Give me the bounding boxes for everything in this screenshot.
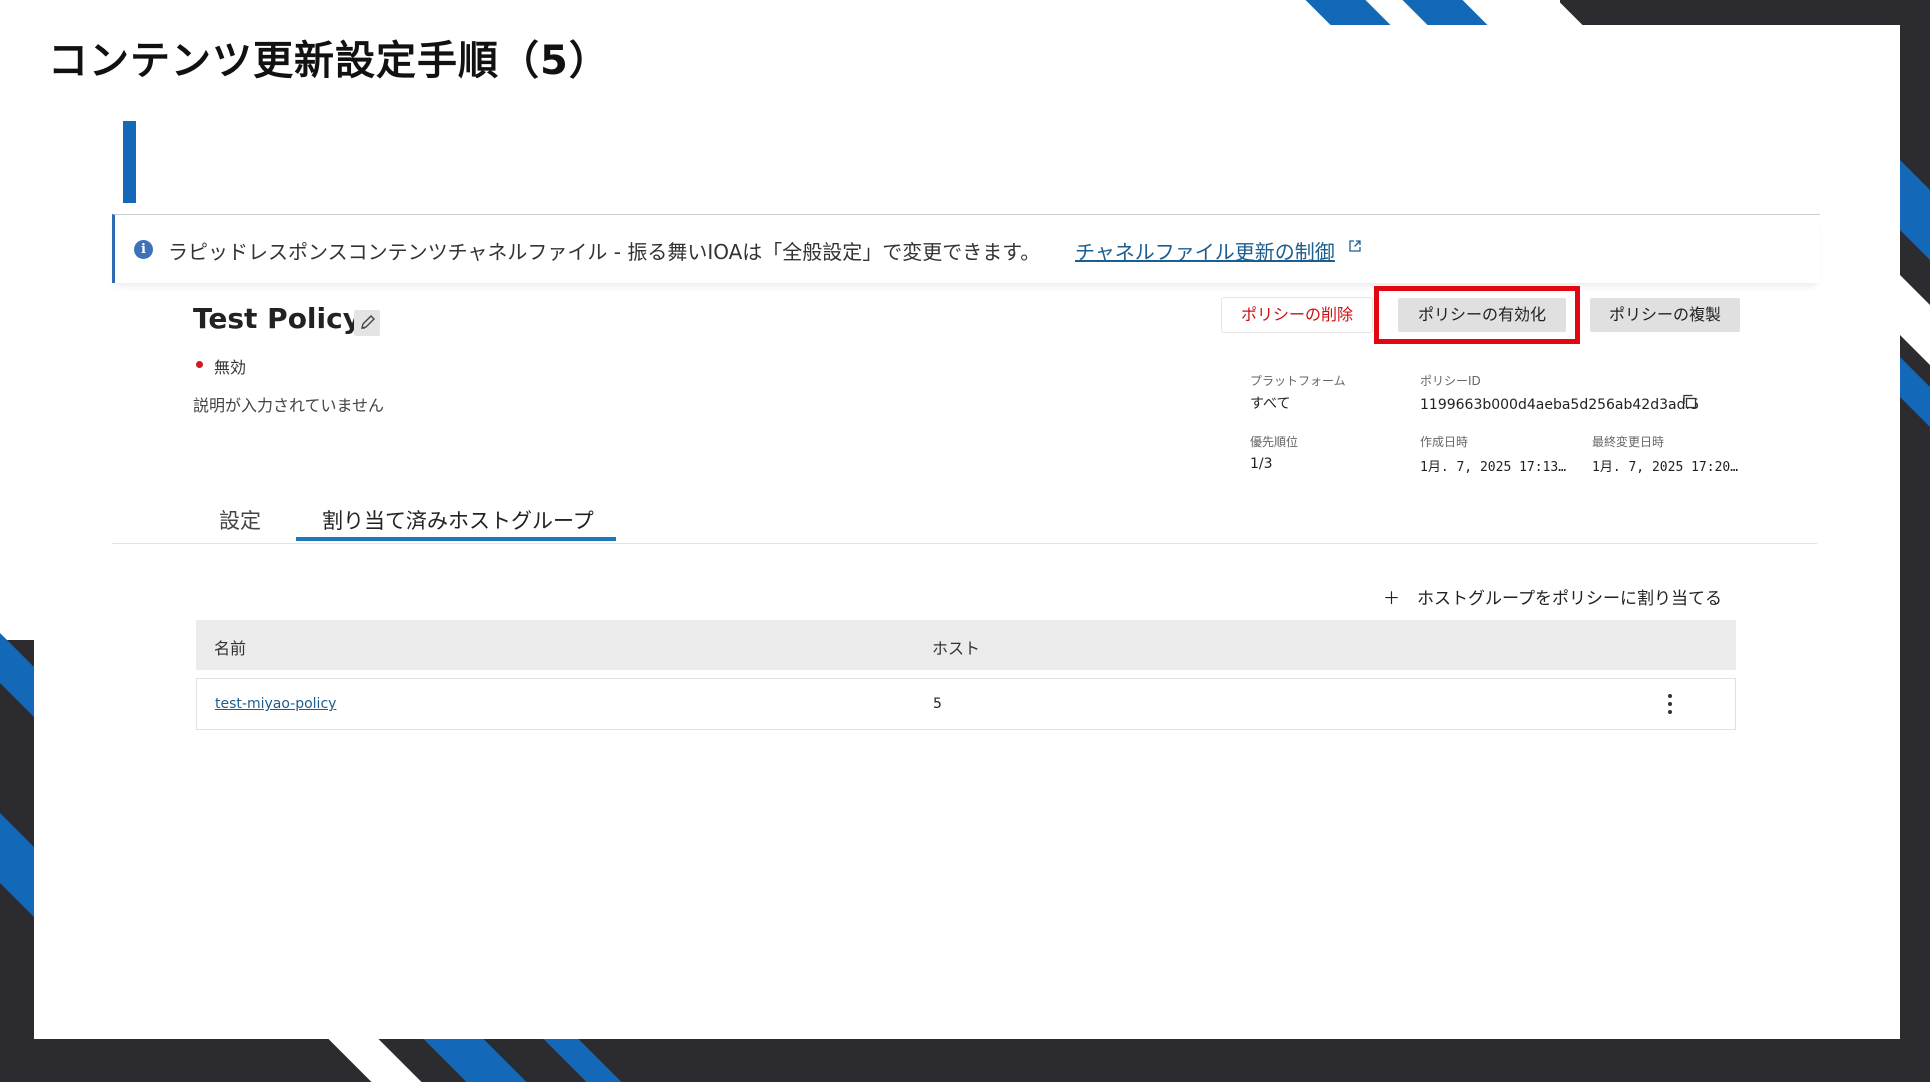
decor-stripe	[423, 1039, 527, 1082]
policy-id-value: 1199663b000d4aeba5d256ab42d3adf5	[1420, 397, 1700, 413]
column-header-name[interactable]: 名前	[214, 635, 246, 659]
table-row: test-miyao-policy 5	[196, 678, 1736, 730]
host-group-link[interactable]: test-miyao-policy	[215, 696, 336, 712]
duplicate-policy-button[interactable]: ポリシーの複製	[1590, 298, 1740, 332]
delete-policy-button[interactable]: ポリシーの削除	[1222, 298, 1372, 332]
more-options-icon[interactable]	[1667, 692, 1673, 716]
tab-assigned-host-groups[interactable]: 割り当て済みホストグループ	[322, 505, 594, 535]
tab-settings[interactable]: 設定	[219, 505, 261, 535]
column-header-hosts[interactable]: ホスト	[932, 635, 980, 659]
decor-stripe	[0, 813, 34, 917]
assign-host-group-button[interactable]: ＋ ホストグループをポリシーに割り当てる	[1383, 584, 1722, 609]
priority-label: 優先順位	[1250, 435, 1299, 449]
policy-description: 説明が入力されていません	[193, 396, 385, 415]
external-link-icon[interactable]	[1349, 240, 1361, 252]
policy-name: Test Policy	[193, 302, 361, 335]
priority-value: 1/3	[1250, 456, 1273, 472]
created-label: 作成日時	[1420, 435, 1469, 449]
slide-title: コンテンツ更新設定手順（5）	[48, 38, 610, 84]
info-banner: i ラピッドレスポンスコンテンツチャネルファイル - 振る舞いIOAは「全般設定…	[112, 214, 1820, 283]
policy-status: 無効	[214, 358, 247, 377]
modified-label: 最終変更日時	[1592, 435, 1665, 449]
platform-label: プラットフォーム	[1250, 374, 1346, 388]
decor-stripe	[1900, 160, 1930, 260]
table-header: 名前 ホスト	[196, 620, 1736, 670]
channel-file-update-link[interactable]: チャネルファイル更新の制御	[1075, 236, 1335, 265]
created-value: 1月. 7, 2025 17:13…	[1420, 460, 1567, 475]
info-icon: i	[134, 240, 153, 259]
decor-stripe	[328, 1039, 422, 1082]
platform-value: すべて	[1250, 396, 1291, 412]
status-dot	[196, 361, 203, 368]
decor-stripe	[543, 1039, 622, 1082]
slide-panel	[34, 25, 1900, 1039]
frame-white-left	[0, 0, 34, 640]
policy-id-label: ポリシーID	[1420, 374, 1481, 388]
active-tab-indicator	[296, 537, 616, 541]
modified-value: 1月. 7, 2025 17:20…	[1592, 460, 1739, 475]
tabs-divider	[112, 543, 1817, 544]
host-count: 5	[933, 696, 942, 712]
section-accent-bar	[123, 121, 136, 203]
decor-stripe	[0, 633, 34, 717]
edit-policy-button[interactable]	[354, 310, 380, 336]
decor-stripe	[1900, 357, 1930, 427]
copy-icon[interactable]	[1682, 394, 1697, 409]
decor-stripe	[1900, 275, 1930, 365]
highlight-annotation	[1374, 286, 1580, 344]
banner-text: ラピッドレスポンスコンテンツチャネルファイル - 振る舞いIOAは「全般設定」で…	[168, 240, 1041, 264]
pencil-icon	[361, 315, 375, 329]
